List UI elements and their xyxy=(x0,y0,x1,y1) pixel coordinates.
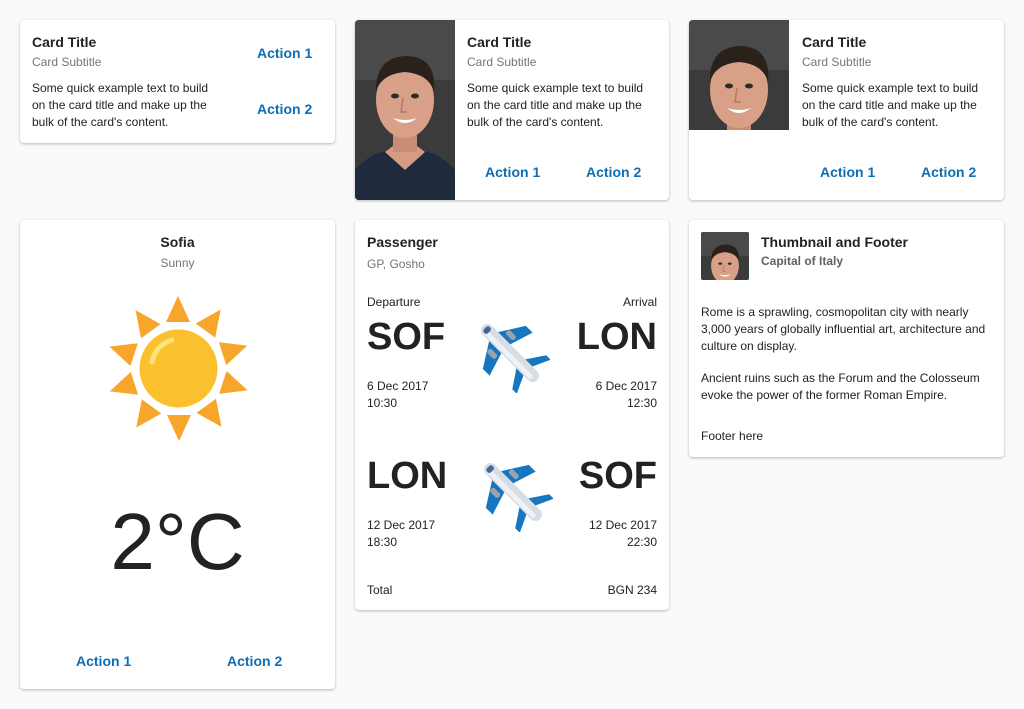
total-value: BGN 234 xyxy=(607,583,657,597)
card-image xyxy=(689,20,789,130)
card-paragraph-1: Rome is a sprawling, cosmopolitan city w… xyxy=(701,305,986,353)
leg-2-departure-time: 18:30 xyxy=(367,535,398,549)
arrival-label: Arrival xyxy=(622,295,657,309)
total-label: Total xyxy=(367,583,393,597)
card-content: Some quick example text to build on the … xyxy=(467,81,644,129)
leg-1-departure-date: 6 Dec 2017 xyxy=(367,379,429,393)
airplane-icon xyxy=(473,452,553,532)
card-basic: Card Title Card Subtitle Some quick exam… xyxy=(20,20,335,143)
leg-2-arrival-date: 12 Dec 2017 xyxy=(588,518,657,532)
action-1-button[interactable]: Action 1 xyxy=(76,653,131,669)
card-subtitle: Card Subtitle xyxy=(32,55,102,69)
sun-icon xyxy=(106,296,251,441)
card-title: Card Title xyxy=(467,34,532,50)
action-2-button[interactable]: Action 2 xyxy=(921,164,976,180)
card-title: Card Title xyxy=(802,34,867,50)
action-1-button[interactable]: Action 1 xyxy=(257,45,312,61)
leg-1-arrival-date: 6 Dec 2017 xyxy=(595,379,657,393)
thumbnail-image xyxy=(701,232,749,280)
leg-1-arrival-time: 12:30 xyxy=(626,396,657,410)
card-subtitle: Card Subtitle xyxy=(467,55,537,69)
card-content: Some quick example text to build on the … xyxy=(802,81,979,129)
leg-2-arrival-time: 22:30 xyxy=(626,535,657,549)
action-2-button[interactable]: Action 2 xyxy=(257,101,312,117)
card-subtitle: Capital of Italy xyxy=(761,254,844,268)
passenger-name: GP, Gosho xyxy=(367,257,425,271)
card-paragraph-2: Ancient ruins such as the Forum and the … xyxy=(701,371,980,402)
card-title: Thumbnail and Footer xyxy=(761,234,908,250)
leg-1-from: SOF xyxy=(367,316,446,358)
temperature: 2°C xyxy=(110,497,245,586)
passenger-title: Passenger xyxy=(367,234,438,250)
leg-2-to: SOF xyxy=(578,455,657,497)
card-media-left: Card Title Card Subtitle Some quick exam… xyxy=(355,20,669,200)
card-image xyxy=(355,20,455,200)
leg-1-to: LON xyxy=(576,316,657,358)
action-1-button[interactable]: Action 1 xyxy=(485,164,540,180)
weather-city: Sofia xyxy=(160,234,195,250)
action-2-button[interactable]: Action 2 xyxy=(586,164,641,180)
card-subtitle: Card Subtitle xyxy=(802,55,872,69)
card-footer: Footer here xyxy=(701,429,764,443)
departure-label: Departure xyxy=(367,295,421,309)
card-media-small: Card Title Card Subtitle Some quick exam… xyxy=(689,20,1004,200)
thumbnail-footer-card: Thumbnail and Footer Capital of Italy Ro… xyxy=(689,220,1004,457)
leg-1-departure-time: 10:30 xyxy=(367,396,398,410)
weather-card: Sofia Sunny 2°C Action 1 Action 2 xyxy=(20,220,335,689)
card-title: Card Title xyxy=(32,34,97,50)
action-1-button[interactable]: Action 1 xyxy=(820,164,875,180)
leg-2-departure-date: 12 Dec 2017 xyxy=(367,518,436,532)
flight-card: Passenger GP, Gosho Departure Arrival SO… xyxy=(355,220,669,610)
weather-condition: Sunny xyxy=(160,256,195,270)
leg-2-from: LON xyxy=(367,455,448,497)
airplane-icon xyxy=(470,313,550,393)
action-2-button[interactable]: Action 2 xyxy=(227,653,282,669)
card-content: Some quick example text to build on the … xyxy=(32,81,209,129)
